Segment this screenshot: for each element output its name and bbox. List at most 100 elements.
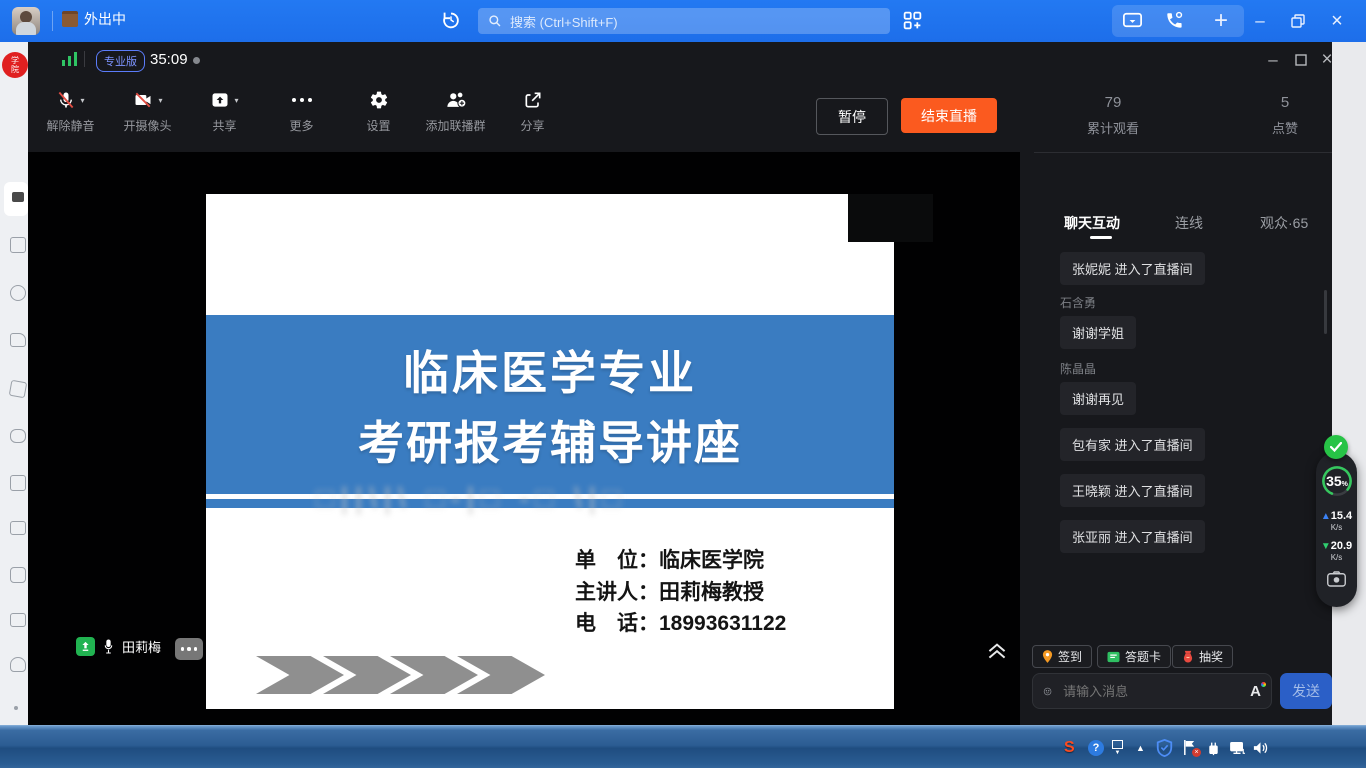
signal-strength-icon <box>62 52 77 66</box>
sidebar-icon[interactable] <box>10 333 26 347</box>
add-co-broadcast-group-button[interactable]: 添加联播群 <box>417 90 494 134</box>
views-stat: 79 累计观看 <box>1048 94 1178 137</box>
lottery-button[interactable]: 抽奖 <box>1172 645 1233 668</box>
camera-muted-icon: ▾ <box>132 90 162 110</box>
status-text: 外出中 <box>84 9 126 29</box>
search-placeholder: 搜索 (Ctrl+Shift+F) <box>510 12 618 31</box>
search-input[interactable]: 搜索 (Ctrl+Shift+F) <box>478 8 890 34</box>
avatar[interactable] <box>12 7 40 35</box>
main-restore-button[interactable] <box>1283 6 1313 36</box>
timer-dot-icon <box>193 57 200 64</box>
views-count: 79 <box>1048 94 1178 111</box>
tray-360-shield-icon[interactable] <box>1156 726 1173 768</box>
new-tab-plus-icon[interactable]: + <box>1206 6 1236 36</box>
sidebar-more-dot <box>14 706 18 710</box>
tray-action-center-flag-icon[interactable]: × <box>1182 726 1197 768</box>
answer-card-icon <box>1107 651 1120 663</box>
sidebar-icon[interactable] <box>10 567 26 583</box>
header-divider <box>84 51 85 67</box>
sidebar-icon[interactable] <box>9 380 28 399</box>
tray-volume-icon[interactable] <box>1252 726 1269 768</box>
phone-call-icon[interactable] <box>1163 9 1185 31</box>
history-icon[interactable] <box>440 9 462 31</box>
tray-window-icon[interactable]: ▼ <box>1112 726 1123 768</box>
sidebar-icon[interactable] <box>10 429 26 443</box>
chat-message: 谢谢学姐 <box>1060 316 1136 349</box>
sidebar-icon[interactable] <box>10 657 26 672</box>
main-close-button[interactable]: × <box>1322 6 1352 36</box>
slide-info-block: 单 位：临床医学院 主讲人：田莉梅教授 电 话：18993631122 <box>575 545 786 640</box>
school-logo: 学院 <box>2 52 28 78</box>
slide-title-banner: 临床医学专业 考研报考辅导讲座 <box>206 315 894 494</box>
message-input-box[interactable]: A <box>1032 673 1272 709</box>
location-pin-icon <box>1042 650 1053 663</box>
chat-message: 谢谢再见 <box>1060 382 1136 415</box>
slide-title-line2: 考研报考辅导讲座 <box>358 407 742 473</box>
speed-gauge: 35% <box>1320 464 1354 498</box>
speed-ball-widget[interactable]: 35% ▲15.4 K/s ▼20.9 K/s <box>1316 452 1357 607</box>
chat-username: 陈晶晶 <box>1060 360 1096 377</box>
pro-version-badge: 专业版 <box>96 50 145 72</box>
sidebar-selected-item[interactable] <box>4 182 28 216</box>
answer-card-button[interactable]: 答题卡 <box>1097 645 1171 668</box>
sign-in-button[interactable]: 签到 <box>1032 645 1092 668</box>
text-style-icon[interactable]: A <box>1250 683 1261 700</box>
avatar-body <box>16 22 36 35</box>
collapse-chevron-icon[interactable] <box>984 636 1010 662</box>
slide-info-unit: 单 位：临床医学院 <box>575 545 786 577</box>
screenshot-camera-icon[interactable] <box>1326 570 1347 588</box>
tab-active-underline <box>1090 236 1112 239</box>
tray-network-icon[interactable] <box>1228 726 1246 768</box>
apps-grid-icon[interactable] <box>902 10 923 31</box>
group-add-icon <box>444 90 468 110</box>
share-screen-button[interactable]: ▾ 共享 <box>186 90 263 134</box>
panel-divider <box>1034 152 1332 153</box>
sidebar-icon[interactable] <box>10 613 26 627</box>
send-button[interactable]: 发送 <box>1280 673 1332 709</box>
tray-sogou-icon[interactable]: S <box>1064 726 1075 768</box>
security-shield-icon[interactable] <box>1324 435 1348 459</box>
sidebar-icon[interactable] <box>10 521 26 535</box>
unmute-button[interactable]: ▾ 解除静音 <box>32 90 109 134</box>
chevron-arrow <box>256 656 344 694</box>
settings-button[interactable]: 设置 <box>340 90 417 134</box>
background-panel <box>1332 42 1366 725</box>
share-link-button[interactable]: 分享 <box>494 90 571 134</box>
sidebar-icon[interactable] <box>10 285 26 301</box>
more-dots-icon <box>292 90 312 110</box>
gear-icon <box>369 90 389 110</box>
search-icon <box>488 14 502 28</box>
tray-hidden-icons-arrow[interactable]: ▲ <box>1136 726 1145 768</box>
more-button[interactable]: 更多 <box>263 90 340 134</box>
main-minimize-button[interactable]: – <box>1245 6 1275 36</box>
pause-button[interactable]: 暂停 <box>816 98 888 135</box>
external-share-icon <box>523 90 543 110</box>
tab-chat[interactable]: 聊天互动 <box>1064 213 1120 233</box>
status-indicator[interactable]: 外出中 <box>62 9 126 29</box>
screenshare-active-icon <box>76 637 95 656</box>
message-input[interactable] <box>1061 683 1241 700</box>
sidebar-icon[interactable] <box>10 475 26 491</box>
chat-system-message: 张妮妮 进入了直播间 <box>1060 252 1205 285</box>
tab-connect[interactable]: 连线 <box>1175 213 1203 233</box>
sidebar-icon[interactable] <box>10 237 26 253</box>
presenter-more-button[interactable] <box>175 638 203 660</box>
screencast-icon[interactable] <box>1121 9 1144 32</box>
presentation-slide: 临床医学专业 考研报考辅导讲座 □||\|\ □-|□ -□ \|□ 单 位：临… <box>206 194 894 709</box>
likes-label: 点赞 <box>1220 118 1350 137</box>
taskbar: e S S ? <box>0 725 1366 768</box>
chat-username: 石含勇 <box>1060 294 1096 311</box>
chat-scrollbar[interactable] <box>1324 290 1327 334</box>
live-toolbar: ▾ 解除静音 ▾ 开摄像头 ▾ 共享 <box>32 90 571 134</box>
download-speed: ▼20.9 K/s <box>1316 536 1357 562</box>
slide-title-line1: 临床医学专业 <box>403 337 697 403</box>
tray-usb-icon[interactable] <box>1206 726 1221 768</box>
end-live-button[interactable]: 结束直播 <box>901 98 997 133</box>
tray-help-icon[interactable]: ? <box>1088 726 1104 768</box>
tab-audience[interactable]: 观众·65 <box>1260 213 1308 233</box>
share-screen-icon: ▾ <box>210 90 238 110</box>
desktop: 外出中 搜索 (Ctrl+Shift+F) + – × 学院 <box>0 0 1366 768</box>
views-label: 累计观看 <box>1048 118 1178 137</box>
camera-on-button[interactable]: ▾ 开摄像头 <box>109 90 186 134</box>
mic-muted-icon: ▾ <box>56 90 84 110</box>
